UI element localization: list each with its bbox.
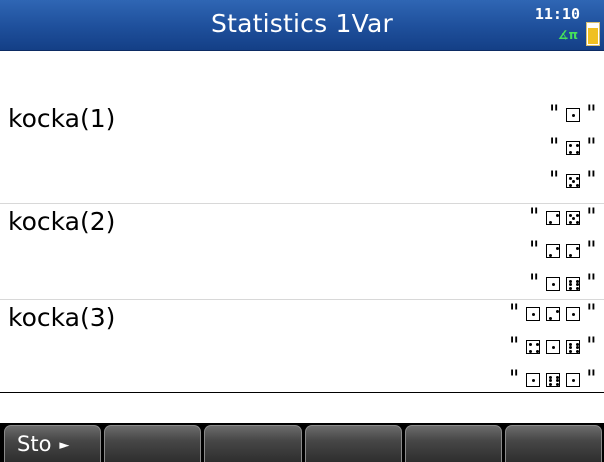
quote-mark: " — [547, 135, 561, 160]
history-expression: kocka(3) — [8, 303, 116, 332]
menu-key-label: Sto — [17, 432, 52, 456]
result-line: " " — [506, 297, 601, 330]
quote-mark: " — [584, 135, 598, 160]
history-results: " " " " " " — [546, 98, 601, 197]
history-results: " " " " " " — [506, 297, 601, 396]
quote-mark: " — [584, 102, 598, 127]
die-face-2-icon — [545, 243, 560, 258]
die-face-1-icon — [545, 339, 560, 354]
menu-key-sto[interactable]: Sto ► — [4, 425, 102, 462]
history-results: " " " " " " — [526, 201, 601, 300]
history-expression: kocka(1) — [8, 104, 116, 133]
die-face-1-icon — [545, 276, 560, 291]
quote-mark: " — [507, 334, 521, 359]
app-title: Statistics 1Var — [211, 9, 393, 38]
die-face-2-icon — [565, 243, 580, 258]
menu-key-3[interactable] — [204, 425, 302, 462]
history-entry[interactable]: kocka(3) " " " " " " — [0, 300, 604, 392]
quote-mark: " — [547, 168, 561, 193]
menu-key-2[interactable] — [104, 425, 202, 462]
menu-key-6[interactable] — [504, 425, 603, 462]
die-face-2-icon — [545, 306, 560, 321]
quote-mark: " — [527, 205, 541, 230]
quote-mark: " — [584, 334, 598, 359]
quote-mark: " — [584, 301, 598, 326]
die-face-1-icon — [565, 107, 580, 122]
result-line: " " — [526, 201, 601, 234]
menu-key-5[interactable] — [404, 425, 502, 462]
die-face-1-icon — [525, 372, 540, 387]
die-face-6-icon — [545, 372, 560, 387]
quote-mark: " — [527, 238, 541, 263]
result-line: " " — [546, 131, 601, 164]
history-entry[interactable]: kocka(2) " " " " " " — [0, 204, 604, 300]
die-face-1-icon — [565, 306, 580, 321]
battery-icon — [586, 22, 600, 46]
entry-line-divider — [0, 392, 604, 393]
history-entry[interactable]: kocka(1) " " " " " " — [0, 92, 604, 204]
clock: 11:10 — [534, 5, 580, 23]
menu-bar: Sto ► — [0, 423, 604, 462]
angle-mode-indicator: ∡π — [557, 28, 578, 42]
die-face-6-icon — [565, 276, 580, 291]
history-area: kocka(1) " " " " " " kocka(2) " " " " " " kocka(3)… — [0, 51, 604, 393]
result-line: " " — [546, 98, 601, 131]
quote-mark: " — [584, 367, 598, 392]
quote-mark: " — [527, 271, 541, 296]
die-face-4-icon — [565, 140, 580, 155]
quote-mark: " — [584, 205, 598, 230]
result-line: " " — [506, 330, 601, 363]
quote-mark: " — [507, 367, 521, 392]
die-face-5-icon — [565, 173, 580, 188]
result-line: " " — [526, 267, 601, 300]
calculator-screen: Statistics 1Var 11:10 ∡π kocka(1) " " " " " "… — [0, 0, 604, 462]
quote-mark: " — [584, 238, 598, 263]
title-bar: Statistics 1Var 11:10 ∡π — [0, 0, 604, 51]
menu-key-4[interactable] — [304, 425, 402, 462]
result-line: " " — [526, 234, 601, 267]
result-line: " " — [546, 164, 601, 197]
die-face-6-icon — [565, 339, 580, 354]
history-expression: kocka(2) — [8, 207, 116, 236]
die-face-2-icon — [545, 210, 560, 225]
quote-mark: " — [584, 168, 598, 193]
die-face-1-icon — [525, 306, 540, 321]
arrow-right-icon: ► — [59, 437, 70, 453]
quote-mark: " — [584, 271, 598, 296]
die-face-1-icon — [565, 372, 580, 387]
quote-mark: " — [547, 102, 561, 127]
die-face-5-icon — [565, 210, 580, 225]
quote-mark: " — [507, 301, 521, 326]
die-face-4-icon — [525, 339, 540, 354]
